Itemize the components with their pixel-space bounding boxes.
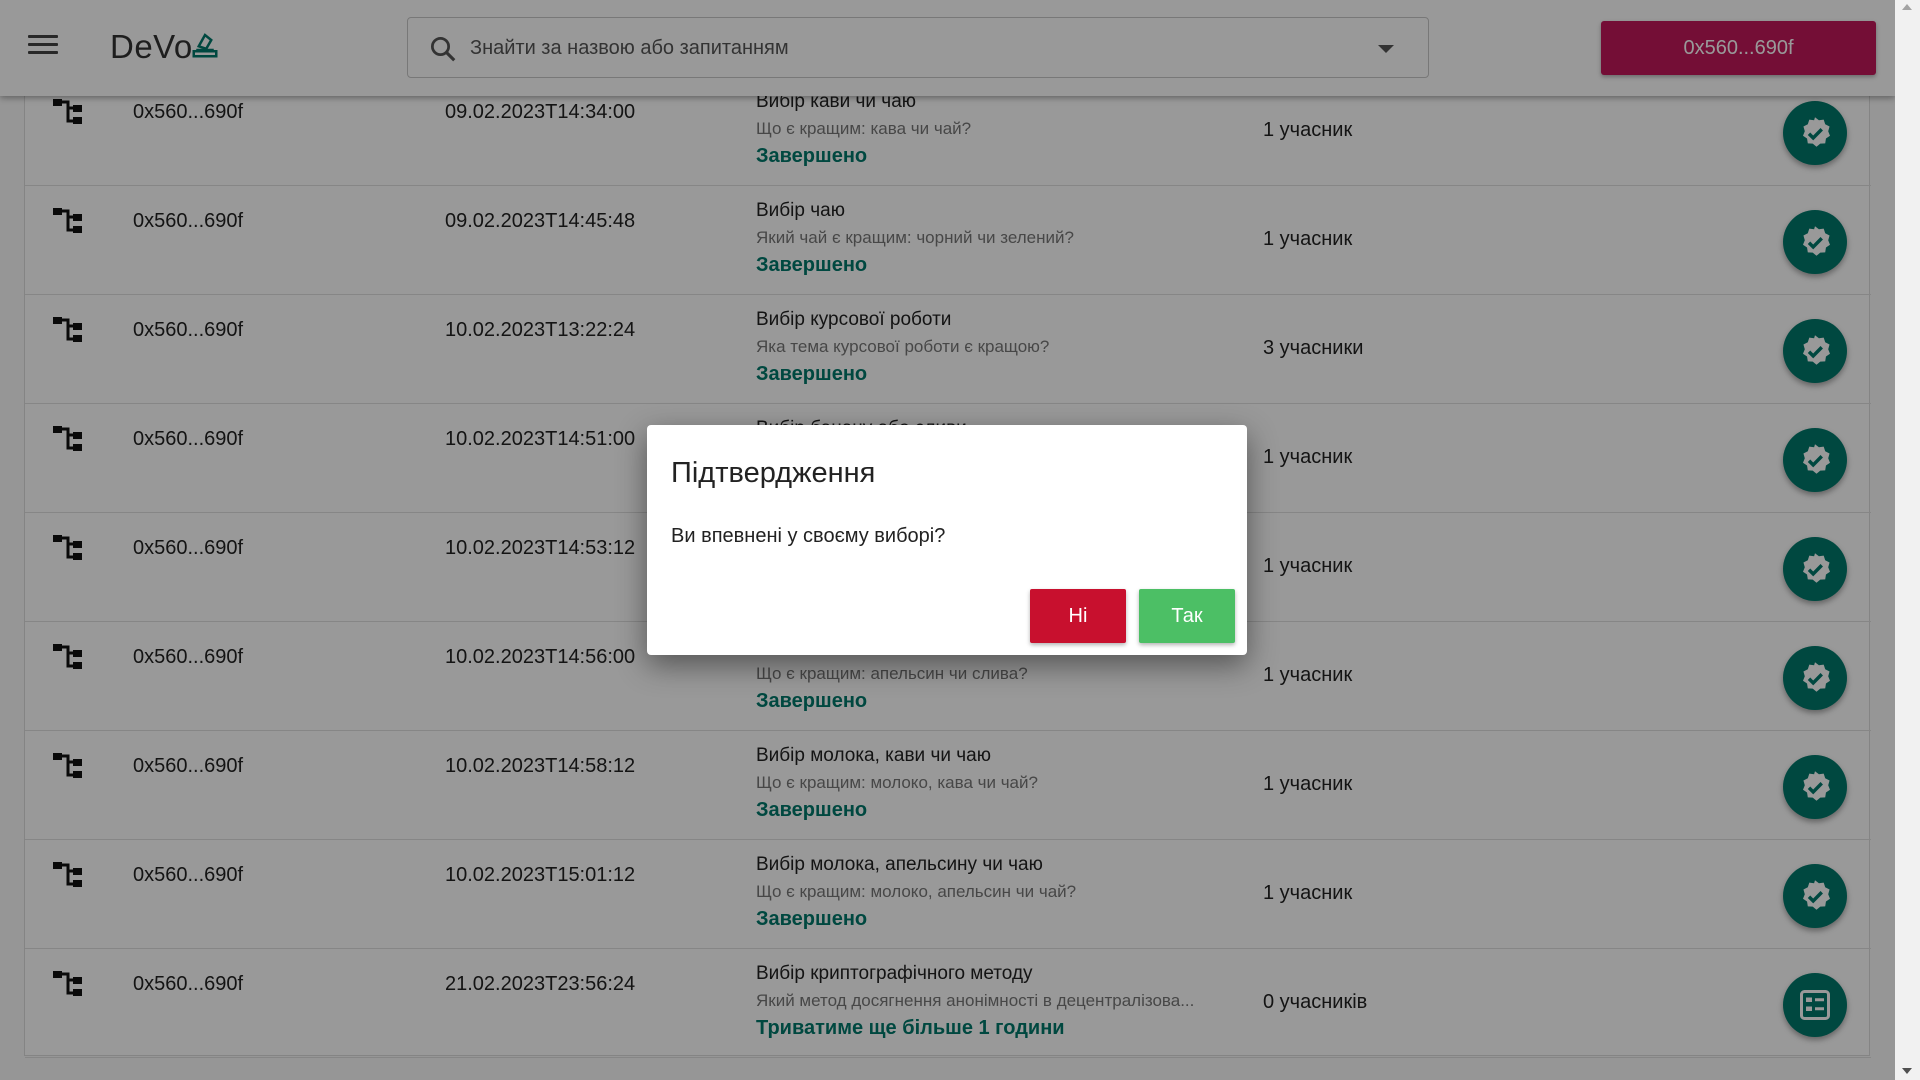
dialog-message: Ви впевнені у своєму виборі? xyxy=(671,525,946,547)
dialog-title: Підтвердження xyxy=(671,457,876,489)
no-button[interactable]: Ні xyxy=(1030,589,1126,643)
scroll-up-arrow-icon[interactable] xyxy=(1902,4,1912,10)
scroll-down-arrow-icon[interactable] xyxy=(1902,1068,1912,1074)
page-scrollbar[interactable] xyxy=(1895,0,1920,1080)
yes-button[interactable]: Так xyxy=(1139,589,1235,643)
confirmation-dialog: Підтвердження Ви впевнені у своєму вибор… xyxy=(647,425,1247,655)
